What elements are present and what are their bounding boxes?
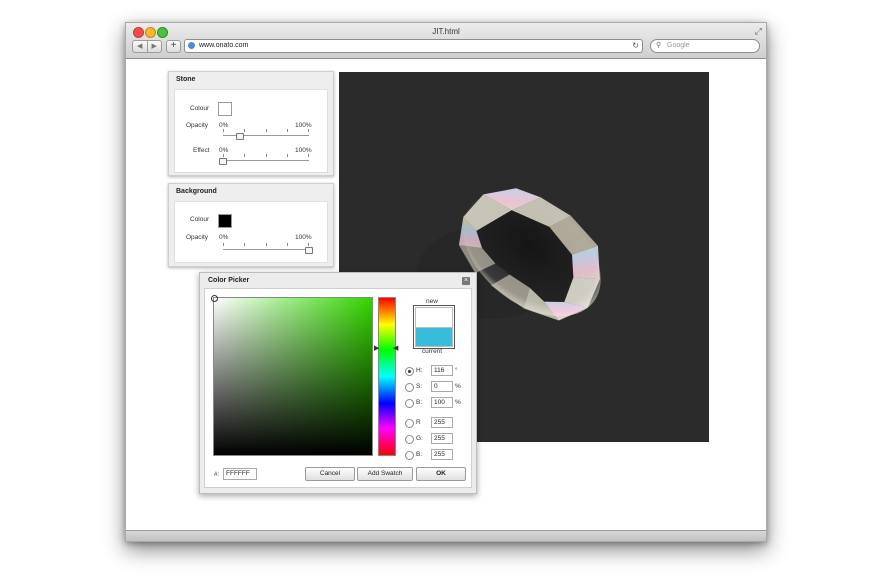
hue-slider[interactable] [378,297,396,456]
site-globe-icon [188,42,195,49]
stone-effect-label: Effect [193,147,210,154]
slider-tick [287,129,288,132]
stone-effect-thumb[interactable] [219,158,227,165]
stone-colour-label: Colour [190,105,210,112]
saturation-label: S: [416,383,423,390]
saturation-brightness-field[interactable] [211,295,373,456]
hue-input[interactable]: 116 [431,365,453,376]
background-opacity-min: 0% [219,234,229,241]
new-color-label: new [426,298,438,305]
red-input[interactable]: 255 [431,417,453,428]
background-panel-title: Background [176,188,217,195]
slider-tick [308,154,309,157]
blue-radio[interactable] [405,451,414,460]
saturation-radio[interactable] [405,383,414,392]
url-text[interactable]: www.onato.com [199,40,248,52]
hue-label: H: [416,367,423,374]
slider-tick [223,129,224,132]
hue-marker-left-icon[interactable]: ▶ [374,344,379,352]
blue-input[interactable]: 255 [431,449,453,460]
stone-panel-title: Stone [176,76,196,83]
background-opacity-label: Opacity [186,234,209,241]
slider-tick [308,243,309,246]
browser-toolbar: JIT.html ⤢ ◀ ▶ + www.onato.com ↻ ⚲ Googl… [126,23,766,59]
slider-tick [287,154,288,157]
slider-tick [223,154,224,157]
color-picker-title: Color Picker [208,277,250,284]
new-color-swatch [415,307,453,328]
hue-marker-right-icon[interactable]: ◀ [393,344,398,352]
slider-tick [266,243,267,246]
search-placeholder: Google [667,42,690,49]
background-panel-body: Colour Opacity 0% 100% [174,201,328,263]
stone-opacity-max: 100% [295,122,312,129]
brightness-label: B: [416,399,423,406]
slider-tick [266,129,267,132]
search-icon: ⚲ [656,42,662,49]
background-colour-label: Colour [190,216,210,223]
address-bar[interactable]: www.onato.com ↻ [184,39,643,53]
slider-tick [287,243,288,246]
stone-effect-min: 0% [219,147,229,154]
percent-unit: % [455,383,461,390]
stone-colour-swatch[interactable] [218,102,232,116]
history-nav: ◀ ▶ [132,40,162,53]
color-picker-body: ▶ ◀ new current H: 116 ° S: 0 % B: 100 % [204,288,472,488]
background-panel: Background Colour Opacity 0% 100% [168,183,334,267]
add-swatch-button[interactable]: Add Swatch [357,467,413,481]
stone-panel: Stone Colour Opacity 0% 100% Effect 0% 1… [168,71,334,176]
back-button[interactable]: ◀ [133,41,148,52]
background-opacity-thumb[interactable] [305,247,313,254]
hue-radio[interactable] [405,367,414,376]
search-field[interactable]: ⚲ Google [650,39,760,53]
current-color-swatch[interactable] [415,328,453,347]
current-color-label: current [421,348,443,355]
stone-opacity-thumb[interactable] [236,133,245,140]
ok-button[interactable]: OK [416,467,466,481]
saturation-input[interactable]: 0 [431,381,453,392]
stone-opacity-min: 0% [219,122,229,129]
stone-opacity-label: Opacity [186,122,209,129]
hex-label: #: [214,471,220,478]
sv-handle[interactable] [211,295,218,302]
slider-track[interactable] [223,160,309,161]
slider-tick [244,243,245,246]
degree-unit: ° [455,367,458,374]
percent-unit: % [455,399,461,406]
brightness-radio[interactable] [405,399,414,408]
red-radio[interactable] [405,419,414,428]
cancel-button[interactable]: Cancel [305,467,355,481]
brightness-input[interactable]: 100 [431,397,453,408]
blue-label: B: [416,451,423,458]
add-bookmark-button[interactable]: + [166,40,181,53]
slider-tick [266,154,267,157]
forward-button[interactable]: ▶ [148,41,162,52]
red-label: R [416,419,421,426]
status-bar [126,530,766,541]
slider-tick [308,129,309,132]
slider-track[interactable] [223,249,309,250]
slider-tick [244,129,245,132]
fullscreen-icon[interactable]: ⤢ [755,26,762,37]
color-compare [413,305,455,349]
hex-input[interactable]: FFFFFF [223,468,257,480]
stone-effect-max: 100% [295,147,312,154]
green-input[interactable]: 255 [431,433,453,444]
background-colour-swatch[interactable] [218,214,232,228]
reload-icon[interactable]: ↻ [632,40,639,52]
background-opacity-max: 100% [295,234,312,241]
slider-tick [223,243,224,246]
green-label: G: [416,435,423,442]
window-title: JIT.html [432,27,460,36]
slider-tick [244,154,245,157]
close-icon[interactable]: × [462,277,470,285]
color-picker-dialog: Color Picker × ▶ ◀ new current H: 116 ° … [199,272,477,494]
stone-panel-body: Colour Opacity 0% 100% Effect 0% 100% [174,89,328,173]
green-radio[interactable] [405,435,414,444]
